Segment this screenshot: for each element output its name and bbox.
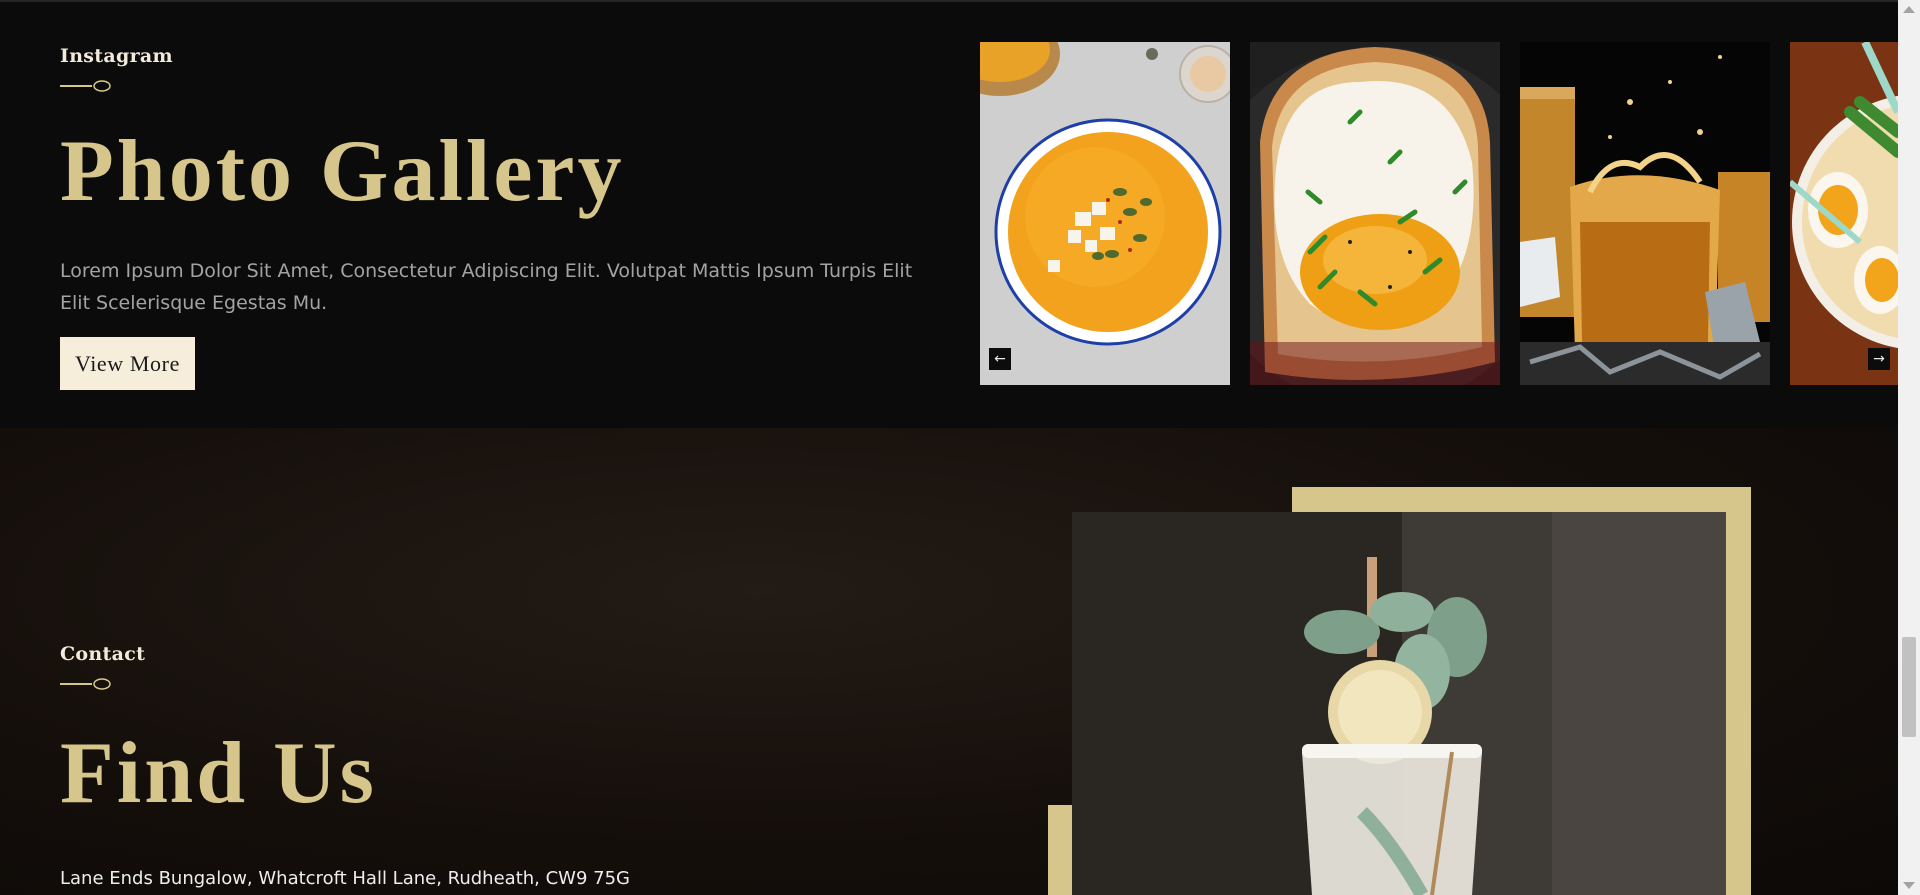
contact-section: Contact Find Us Lane Ends Bungalow, What… — [0, 428, 1898, 895]
scroll-down-arrow-icon[interactable] — [1903, 882, 1915, 889]
gallery-photo-egg[interactable] — [1250, 42, 1500, 385]
arrow-left-icon[interactable]: ← — [989, 348, 1011, 370]
gallery-photo-soup[interactable] — [980, 42, 1230, 385]
scroll-thumb[interactable] — [1902, 637, 1916, 737]
spoon-divider-icon — [60, 80, 111, 92]
pumpkin-soup-photo — [980, 42, 1230, 385]
lemonade-cocktail-image — [1072, 512, 1726, 895]
gallery-eyebrow: Instagram — [60, 45, 173, 67]
contact-eyebrow: Contact — [60, 643, 146, 665]
spoon-divider-icon — [60, 678, 111, 690]
gallery-title: Photo Gallery — [60, 123, 625, 220]
view-more-button[interactable]: View More — [60, 337, 195, 390]
gallery-section: Instagram Photo Gallery Lorem Ipsum Dolo… — [0, 2, 1898, 428]
contact-title: Find Us — [60, 725, 377, 822]
ramen-eggs-photo — [1790, 42, 1898, 385]
gold-frame-top — [1292, 487, 1751, 512]
fried-egg-toast-photo — [1250, 42, 1500, 385]
arrow-right-icon[interactable]: → — [1868, 348, 1890, 370]
gallery-photo-whiskey[interactable] — [1520, 42, 1770, 385]
gallery-description: Lorem Ipsum Dolor Sit Amet, Consectetur … — [60, 260, 913, 314]
scroll-up-arrow-icon[interactable] — [1903, 6, 1915, 13]
whiskey-glasses-photo — [1520, 42, 1770, 385]
gold-frame-left — [1048, 805, 1072, 895]
cocktail-photo — [1072, 512, 1726, 895]
gallery-photo-ramen[interactable] — [1790, 42, 1898, 385]
page-scrollbar[interactable] — [1898, 0, 1920, 895]
gold-frame-right — [1726, 487, 1751, 895]
contact-address: Lane Ends Bungalow, Whatcroft Hall Lane,… — [60, 868, 630, 889]
